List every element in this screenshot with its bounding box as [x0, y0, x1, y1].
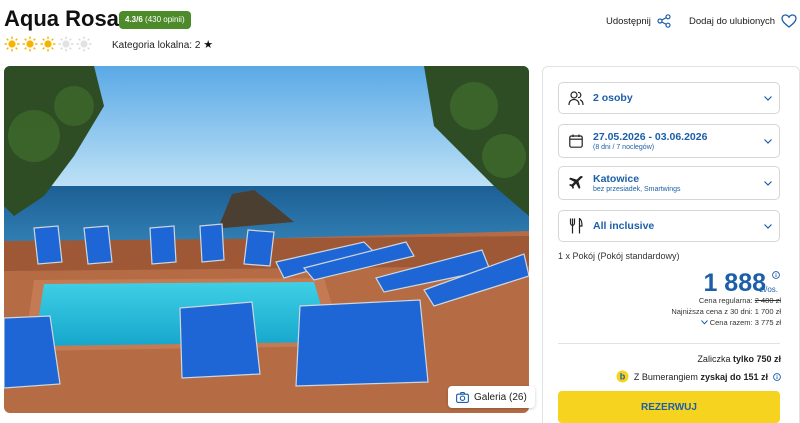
deposit-info: Zaliczka tylko 750 zł [697, 354, 781, 364]
book-button[interactable]: REZERWUJ [558, 391, 780, 423]
share-icon [657, 14, 671, 28]
info-icon[interactable] [773, 372, 781, 381]
dates-duration: (8 dni / 7 noclegów) [593, 144, 655, 151]
price-value: 1 888 [703, 269, 766, 297]
bumerang-logo-icon: b [616, 370, 629, 383]
star-rating [4, 36, 92, 52]
departure-value: Katowice [593, 173, 640, 185]
category-label: Kategoria lokalna: 2 [112, 40, 201, 51]
local-category: Kategoria lokalna: 2 ★ [112, 38, 213, 51]
info-icon[interactable] [772, 271, 780, 279]
plane-icon [569, 176, 583, 189]
regular-price-row: Cena regularna: 2 480 zł [699, 296, 781, 305]
sun-icon [22, 36, 38, 52]
cutlery-icon [569, 218, 583, 234]
total-price: Cena razem: 3 775 zł [709, 318, 781, 327]
chevron-down-icon [764, 138, 772, 144]
sun-icon [4, 36, 20, 52]
regular-price-value: 2 480 zł [754, 296, 781, 305]
bumerang-prefix: Z Bumerangiem [633, 371, 698, 382]
bumerang-info: b Z Bumerangiem zyskaj do 151 zł [616, 370, 781, 383]
divider [558, 343, 780, 344]
lowest-price-30-days: Najniższa cena z 30 dni: 1 700 zł [671, 307, 781, 316]
board-value: All inclusive [593, 220, 655, 232]
room-info: 1 x Pokój (Pokój standardowy) [558, 251, 680, 261]
departure-select[interactable]: Katowice bez przesiadek, Smartwings [558, 166, 780, 200]
heart-icon [781, 14, 797, 28]
share-label: Udostępnij [606, 15, 651, 27]
board-select[interactable]: All inclusive [558, 210, 780, 242]
chevron-down-icon [764, 180, 772, 186]
price-unit: zł/os. [759, 285, 778, 294]
dates-value: 27.05.2026 - 03.06.2026 [593, 131, 708, 143]
persons-value: 2 osoby [593, 92, 633, 104]
gallery-label: Galeria (26) [474, 391, 527, 403]
pool-beach-image [4, 66, 529, 413]
chevron-down-icon [764, 223, 772, 229]
svg-text:b: b [620, 372, 626, 382]
hotel-photo[interactable] [4, 66, 529, 413]
person-icon [568, 90, 584, 105]
share-button[interactable]: Udostępnij [606, 14, 671, 28]
review-count: (430 opinii) [145, 15, 185, 24]
bumerang-value: zyskaj do 151 zł [700, 371, 768, 382]
total-price-toggle[interactable]: Cena razem: 3 775 zł [700, 318, 781, 327]
persons-select[interactable]: 2 osoby [558, 82, 780, 114]
departure-details: bez przesiadek, Smartwings [593, 186, 681, 193]
regular-price-label: Cena regularna: [698, 296, 753, 305]
rating-value: 4.3/6 [125, 15, 143, 24]
booking-panel: 2 osoby 27.05.2026 - 03.06.2026 (8 dni / … [542, 66, 800, 423]
favorite-button[interactable]: Dodaj do ulubionych [689, 14, 797, 28]
deposit-amount: tylko 750 zł [732, 354, 781, 364]
chevron-down-icon [764, 95, 772, 101]
dates-select[interactable]: 27.05.2026 - 03.06.2026 (8 dni / 7 nocleg… [558, 124, 780, 158]
chevron-down-icon [700, 320, 708, 325]
sun-empty-icon [76, 36, 92, 52]
favorite-label: Dodaj do ulubionych [689, 15, 776, 27]
rating-badge[interactable]: 4.3/6 (430 opinii) [119, 11, 191, 29]
gallery-button[interactable]: Galeria (26) [448, 386, 535, 408]
hotel-title: Aqua Rosa [4, 6, 119, 31]
calendar-icon [569, 134, 583, 148]
sun-icon [40, 36, 56, 52]
sun-empty-icon [58, 36, 74, 52]
star-icon: ★ [203, 39, 214, 51]
camera-icon [456, 391, 469, 403]
deposit-prefix: Zaliczka [697, 354, 731, 364]
